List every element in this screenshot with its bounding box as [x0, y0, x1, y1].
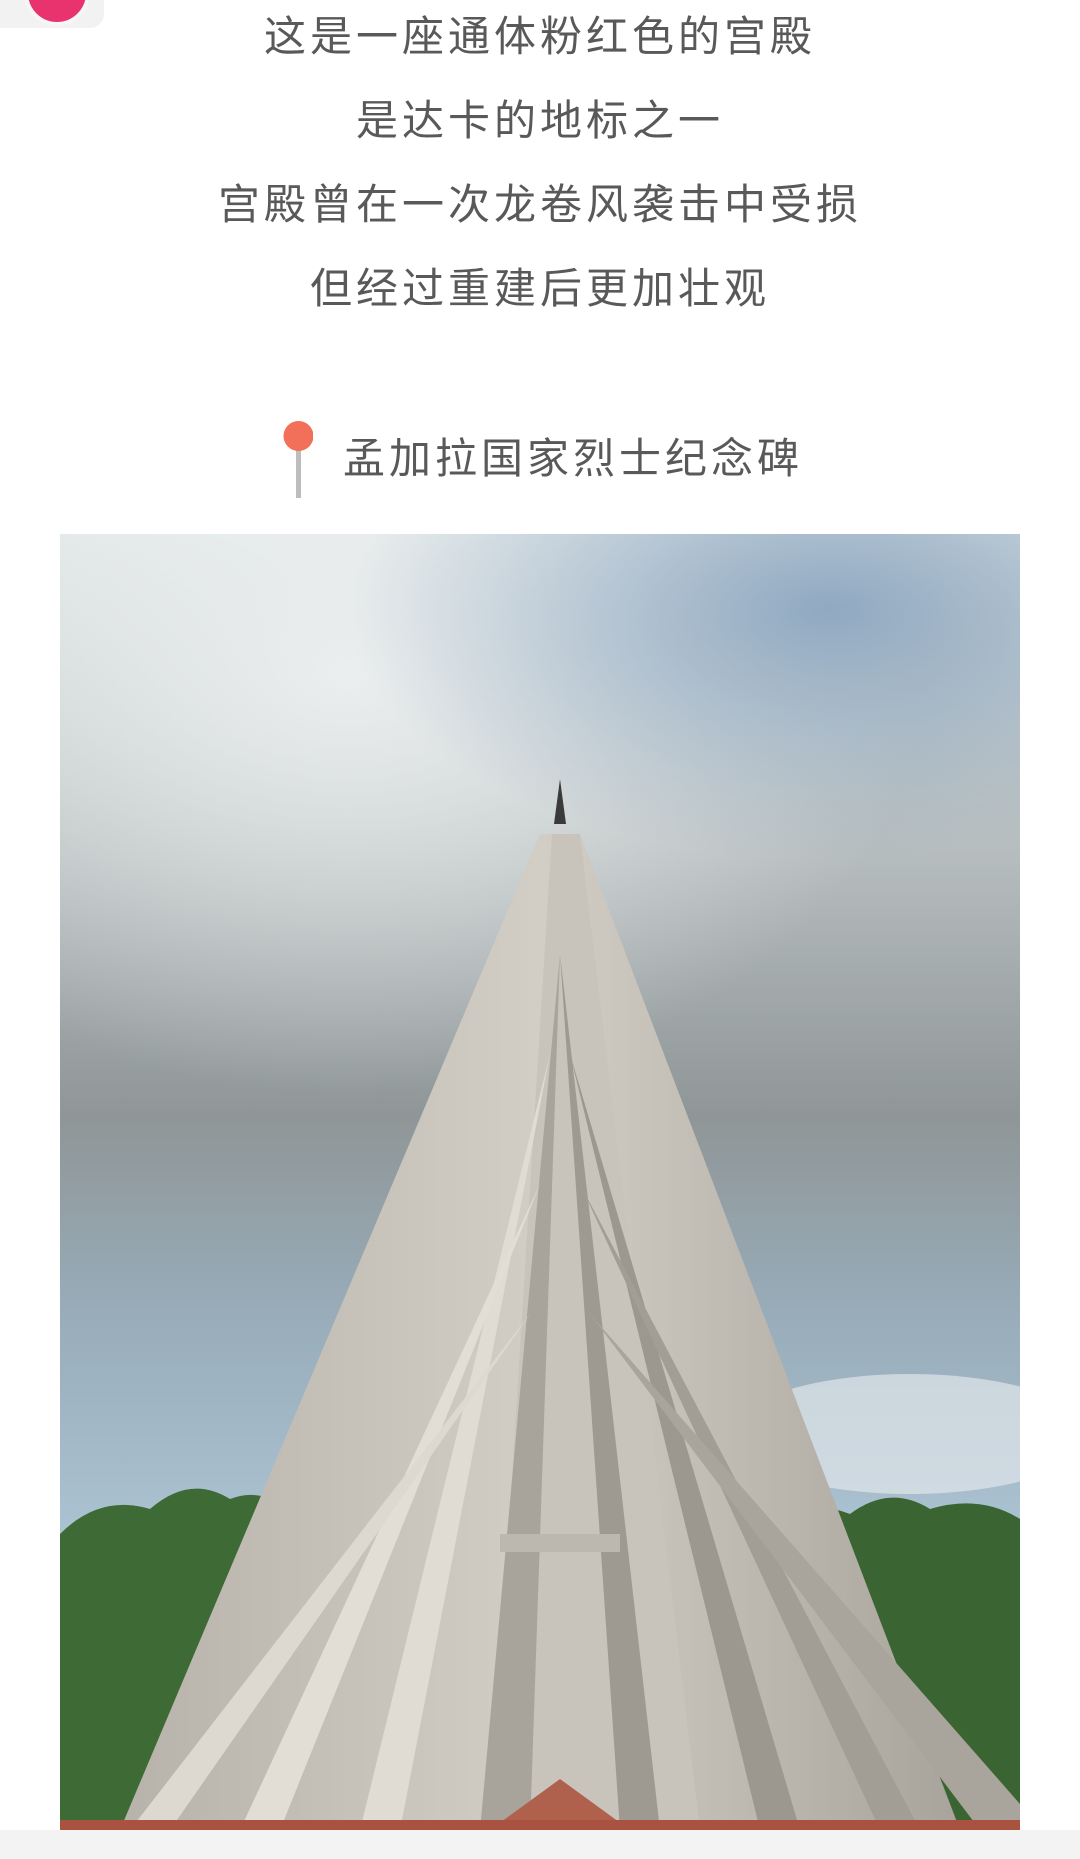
location-heading: 孟加拉国家烈士纪念碑: [0, 420, 1080, 500]
monument-photo[interactable]: [60, 534, 1020, 1830]
map-pin-icon: [283, 421, 313, 498]
bottom-strip: [0, 1830, 1080, 1859]
article-line-3: 宫殿曾在一次龙卷风袭击中受损: [217, 180, 862, 229]
location-title: 孟加拉国家烈士纪念碑: [343, 434, 804, 483]
article-line-4: 但经过重建后更加壮观: [309, 264, 770, 313]
article-line-2: 是达卡的地标之一: [355, 96, 724, 145]
article-line-1: 这是一座通体粉红色的宫殿: [263, 12, 816, 61]
monument-image: [60, 534, 1020, 1830]
